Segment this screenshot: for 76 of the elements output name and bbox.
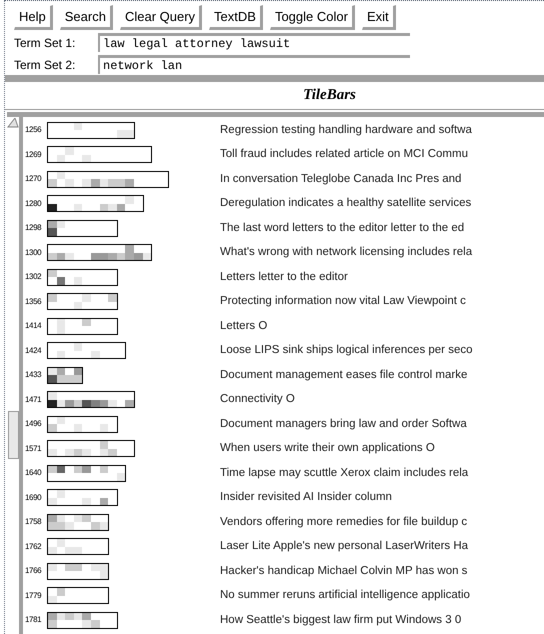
doc-number: 1300 (24, 246, 42, 259)
doc-number: 1766 (24, 565, 42, 578)
doc-title[interactable]: Protecting information now vital Law Viewpoint c (220, 293, 466, 310)
tile-bar[interactable] (47, 195, 144, 212)
tile-bar[interactable] (47, 562, 110, 580)
toolbar-button[interactable]: Toggle Color (270, 5, 355, 30)
scrollbar-thumb[interactable] (8, 411, 18, 459)
doc-number: 1781 (24, 614, 42, 626)
doc-number: 1298 (24, 222, 42, 234)
doc-title[interactable]: Insider revisited AI Insider column (220, 489, 392, 506)
doc-number: 1256 (24, 124, 42, 136)
doc-title[interactable]: Laser Lite Apple's new personal LaserWriters Ha (220, 538, 468, 556)
doc-title[interactable]: No summer reruns artificial intelligence applicatio (220, 587, 470, 604)
field-label: Term Set 1: (14, 34, 76, 52)
tile-bar[interactable] (47, 220, 118, 237)
tile-bar[interactable] (47, 587, 110, 604)
doc-number: 1302 (24, 271, 42, 284)
tile-bar[interactable] (47, 538, 110, 556)
doc-title[interactable]: The last word letters to the editor letter to the ed (220, 220, 464, 237)
doc-title[interactable]: Regression testing handling hardware and softwa (220, 122, 472, 139)
doc-number: 1280 (24, 198, 42, 210)
doc-title[interactable]: Toll fraud includes related article on MCI Commu (220, 146, 468, 164)
doc-number: 1496 (24, 418, 42, 430)
doc-number: 1779 (24, 590, 42, 602)
doc-number: 1269 (24, 148, 42, 161)
doc-number: 1762 (24, 540, 42, 553)
tile-bar[interactable] (47, 440, 135, 458)
doc-number: 1270 (24, 173, 42, 186)
toolbar-button[interactable]: Search (60, 5, 113, 30)
tile-bar[interactable] (47, 464, 126, 482)
doc-title[interactable]: What's wrong with network licensing includes rela (220, 244, 472, 262)
scrollbar[interactable] (7, 117, 23, 634)
tile-bar[interactable] (47, 416, 118, 433)
tile-bar[interactable] (47, 391, 135, 408)
tile-bar[interactable] (47, 612, 118, 629)
tile-bar[interactable] (47, 342, 126, 360)
field-label: Term Set 2: (14, 56, 76, 74)
tile-bar[interactable] (47, 170, 170, 188)
doc-number: 1356 (24, 296, 42, 308)
tile-bar[interactable] (47, 244, 152, 262)
toolbar-button[interactable]: Exit (362, 5, 396, 30)
term-input-field[interactable]: law legal attorney lawsuit (98, 33, 410, 52)
doc-title[interactable]: Document management eases file control marke (220, 366, 468, 384)
doc-number: 1640 (24, 467, 42, 480)
tile-bar[interactable] (47, 146, 152, 164)
doc-title[interactable]: How Seattle's biggest law firm put Windows 3 0 (220, 612, 462, 629)
doc-title[interactable]: Connectivity O (220, 391, 295, 408)
tile-bar[interactable] (47, 122, 135, 139)
toolbar-button[interactable]: Clear Query (120, 5, 202, 30)
scroll-up-arrow-icon[interactable] (7, 118, 19, 128)
doc-title[interactable]: Vendors offering more remedies for file buildup c (220, 514, 468, 531)
doc-number: 1571 (24, 442, 42, 455)
doc-title[interactable]: Loose LIPS sink ships logical inferences per seco (220, 342, 473, 360)
toolbar-button[interactable]: Help (14, 5, 53, 30)
tile-bar[interactable] (47, 293, 118, 310)
doc-title[interactable]: Time lapse may scuttle Xerox claim includes rela (220, 464, 468, 482)
doc-title[interactable]: In conversation Teleglobe Canada Inc Pres and (220, 170, 462, 188)
tile-bar[interactable] (47, 366, 84, 384)
tile-bar[interactable] (47, 489, 118, 506)
doc-title[interactable]: Document managers bring law and order Softwa (220, 416, 467, 433)
tile-bar[interactable] (47, 318, 118, 335)
doc-title[interactable]: Deregulation indicates a healthy satellite services (220, 195, 472, 212)
doc-title[interactable]: When users write their own applications O (220, 440, 435, 458)
tile-bar[interactable] (47, 268, 118, 286)
panel-title: TileBars (302, 86, 356, 106)
doc-number: 1424 (24, 344, 42, 357)
tile-bar[interactable] (47, 514, 110, 531)
doc-number: 1414 (24, 320, 42, 332)
doc-title[interactable]: Letters letter to the editor (220, 268, 348, 286)
doc-number: 1690 (24, 492, 42, 504)
doc-title[interactable]: Letters O (220, 318, 268, 335)
doc-title[interactable]: Hacker's handicap Michael Colvin MP has won s (220, 562, 468, 580)
doc-number: 1433 (24, 369, 42, 382)
doc-number: 1758 (24, 516, 42, 528)
doc-number: 1471 (24, 394, 42, 406)
toolbar-button[interactable]: TextDB (209, 5, 263, 30)
